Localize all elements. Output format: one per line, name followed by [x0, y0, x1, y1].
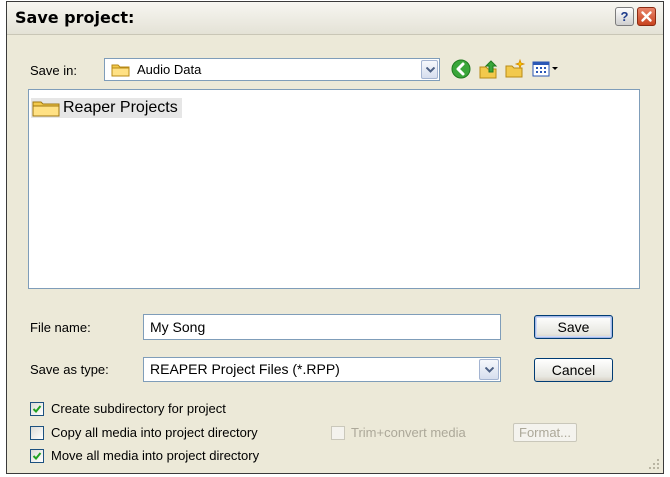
- save-in-dropdown[interactable]: Audio Data: [104, 58, 440, 81]
- save-in-label: Save in:: [30, 63, 77, 78]
- create-subdirectory-label[interactable]: Create subdirectory for project: [51, 401, 226, 416]
- question-mark-icon: ?: [620, 9, 629, 24]
- back-button[interactable]: [450, 58, 472, 80]
- file-list-item[interactable]: Reaper Projects: [31, 98, 182, 118]
- save-as-type-value: REAPER Project Files (*.RPP): [150, 361, 340, 377]
- close-button[interactable]: [637, 7, 656, 26]
- file-list-item-label: Reaper Projects: [63, 99, 178, 116]
- create-new-folder-icon: [505, 58, 526, 78]
- close-x-icon: [641, 11, 652, 22]
- view-menu-icon: [532, 61, 558, 77]
- format-button[interactable]: Format...: [513, 423, 578, 442]
- back-icon: [451, 59, 471, 79]
- create-new-folder-button[interactable]: [504, 58, 526, 80]
- save-in-dropdown-arrow[interactable]: [421, 60, 438, 79]
- copy-media-checkbox[interactable]: [30, 426, 44, 440]
- file-list[interactable]: Reaper Projects: [28, 89, 640, 289]
- file-name-label: File name:: [30, 320, 91, 335]
- create-subdirectory-checkbox[interactable]: [30, 402, 44, 416]
- trim-convert-label: Trim+convert media: [351, 425, 466, 440]
- folder-icon: [32, 101, 60, 117]
- up-one-level-button[interactable]: [477, 58, 499, 80]
- up-one-level-icon: [479, 60, 498, 79]
- folder-icon: [111, 64, 130, 77]
- file-name-input[interactable]: [144, 315, 500, 339]
- save-as-type-label: Save as type:: [30, 362, 109, 377]
- cancel-button[interactable]: Cancel: [534, 358, 613, 382]
- save-as-type-dropdown[interactable]: REAPER Project Files (*.RPP): [143, 357, 501, 382]
- move-media-label[interactable]: Move all media into project directory: [51, 448, 259, 463]
- dialog-title: Save project:: [15, 8, 135, 27]
- copy-media-label[interactable]: Copy all media into project directory: [51, 425, 258, 440]
- trim-convert-checkbox[interactable]: [331, 426, 345, 440]
- save-button[interactable]: Save: [534, 315, 613, 339]
- checkmark-icon: [32, 452, 42, 460]
- chevron-down-icon: [485, 367, 494, 373]
- save-project-dialog: Save project: ? Save in: Audio Data Reap…: [6, 1, 664, 474]
- file-name-field[interactable]: [143, 314, 501, 340]
- move-media-checkbox[interactable]: [30, 449, 44, 463]
- checkmark-icon: [32, 405, 42, 413]
- help-button[interactable]: ?: [615, 7, 634, 26]
- view-menu-button[interactable]: [531, 58, 563, 80]
- save-as-type-dropdown-arrow[interactable]: [479, 359, 499, 380]
- title-bar[interactable]: Save project: ?: [7, 2, 663, 35]
- resize-grip-icon[interactable]: [648, 458, 660, 470]
- chevron-down-icon: [426, 67, 435, 73]
- save-in-value: Audio Data: [137, 62, 202, 77]
